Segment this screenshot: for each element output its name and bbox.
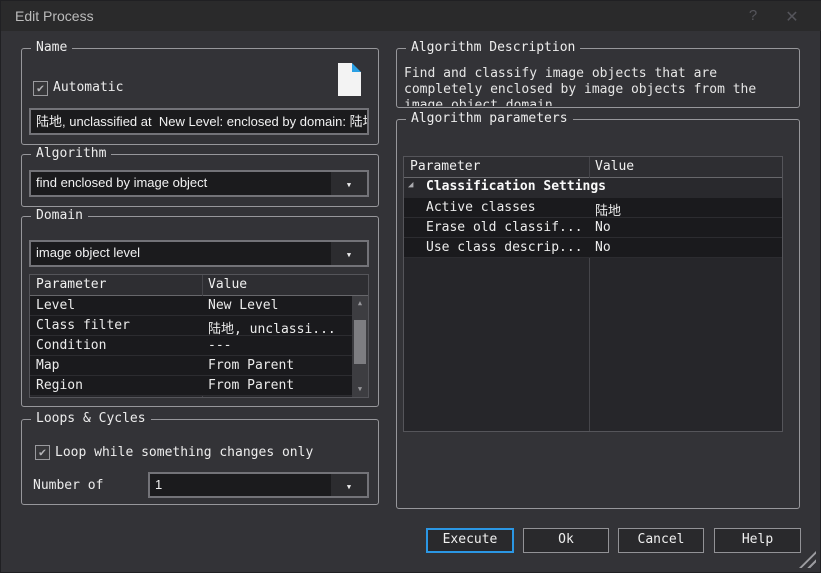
section-label: Classification Settings bbox=[426, 179, 606, 194]
domain-group-label: Domain bbox=[31, 208, 88, 224]
loop-while-label: Loop while something changes only bbox=[55, 445, 313, 460]
table-row[interactable]: Region From Parent bbox=[30, 376, 352, 396]
check-icon: ✔ bbox=[39, 445, 46, 459]
algorithm-group-label: Algorithm bbox=[31, 146, 111, 162]
title-bar[interactable]: Edit Process ? ✕ bbox=[1, 1, 821, 31]
number-of-label: Number of bbox=[33, 478, 103, 493]
domain-select[interactable]: image object level ▼ bbox=[29, 240, 369, 267]
table-row[interactable]: Condition --- bbox=[30, 336, 352, 356]
chevron-down-icon[interactable]: ▼ bbox=[331, 474, 367, 496]
help-button[interactable]: Help bbox=[714, 528, 801, 553]
algorithm-description-text: Find and classify image objects that are… bbox=[404, 66, 794, 106]
domain-header-parameter: Parameter bbox=[36, 277, 106, 292]
resize-grip[interactable] bbox=[799, 551, 816, 568]
column-divider[interactable] bbox=[589, 157, 590, 178]
scrollbar-thumb[interactable] bbox=[354, 320, 366, 364]
scroll-up-icon[interactable]: ▲ bbox=[352, 296, 368, 311]
number-of-select[interactable]: 1 ▼ bbox=[148, 472, 369, 498]
algorithm-select[interactable]: find enclosed by image object ▼ bbox=[29, 170, 369, 197]
new-document-icon[interactable] bbox=[338, 63, 361, 96]
automatic-checkbox[interactable]: ✔ bbox=[33, 81, 48, 96]
loops-group-label: Loops & Cycles bbox=[31, 411, 151, 427]
table-row[interactable]: Map From Parent bbox=[30, 356, 352, 376]
parameters-header-value: Value bbox=[595, 159, 634, 174]
cancel-button[interactable]: Cancel bbox=[618, 528, 704, 553]
close-icon[interactable]: ✕ bbox=[781, 7, 803, 27]
table-row[interactable]: Active classes 陆地 bbox=[404, 198, 782, 218]
expand-triangle-icon[interactable]: ◢ bbox=[408, 180, 413, 190]
domain-header-value: Value bbox=[208, 277, 247, 292]
domain-table-header: Parameter Value bbox=[30, 275, 368, 296]
parameters-header-parameter: Parameter bbox=[410, 159, 480, 174]
ok-button[interactable]: Ok bbox=[523, 528, 609, 553]
domain-parameter-table: Parameter Value Level New Level Class fi… bbox=[29, 274, 369, 398]
scroll-down-icon[interactable]: ▼ bbox=[352, 382, 368, 397]
chevron-down-icon[interactable]: ▼ bbox=[331, 242, 367, 265]
dialog-title: Edit Process bbox=[15, 8, 94, 24]
vertical-scrollbar[interactable]: ▲ ▼ bbox=[352, 296, 368, 397]
table-row[interactable]: Class filter 陆地, unclassi... bbox=[30, 316, 352, 336]
help-icon[interactable]: ? bbox=[742, 7, 764, 27]
parameters-table-header: Parameter Value bbox=[404, 157, 782, 178]
parameters-group-label: Algorithm parameters bbox=[406, 111, 573, 127]
check-icon: ✔ bbox=[37, 81, 44, 95]
name-group-label: Name bbox=[31, 40, 72, 56]
algorithm-parameter-table: Parameter Value ◢ Classification Setting… bbox=[403, 156, 783, 432]
process-name-input[interactable]: 陆地, unclassified at New Level: enclosed … bbox=[29, 108, 369, 135]
column-divider[interactable] bbox=[589, 258, 590, 431]
section-row-classification-settings[interactable]: ◢ Classification Settings bbox=[404, 178, 782, 198]
edit-process-dialog: Edit Process ? ✕ Name ✔ Automatic 陆地, un… bbox=[0, 0, 821, 573]
loop-while-checkbox[interactable]: ✔ bbox=[35, 445, 50, 460]
automatic-label: Automatic bbox=[53, 80, 123, 95]
description-group-label: Algorithm Description bbox=[406, 40, 580, 56]
algorithm-selected-value: find enclosed by image object bbox=[36, 172, 329, 195]
execute-button[interactable]: Execute bbox=[426, 528, 514, 553]
table-row[interactable]: Erase old classif... No bbox=[404, 218, 782, 238]
chevron-down-icon[interactable]: ▼ bbox=[331, 172, 367, 195]
domain-selected-value: image object level bbox=[36, 242, 329, 265]
table-row[interactable]: Use class descrip... No bbox=[404, 238, 782, 258]
table-row[interactable]: Level New Level bbox=[30, 296, 352, 316]
number-of-value: 1 bbox=[155, 474, 329, 496]
